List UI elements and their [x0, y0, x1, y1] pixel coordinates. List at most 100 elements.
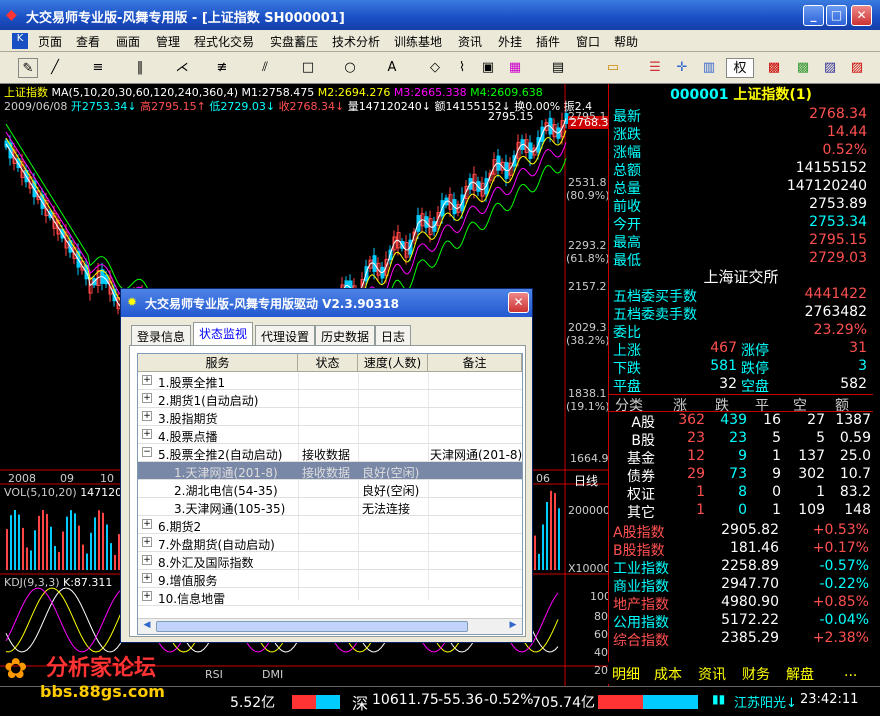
- text-tool-icon[interactable]: A: [382, 58, 402, 78]
- col-status[interactable]: 状态: [298, 354, 358, 372]
- index-row[interactable]: 地产指数 4980.90 +0.85%: [609, 594, 873, 613]
- index-row[interactable]: 商业指数 2947.70 -0.22%: [609, 576, 873, 595]
- menu-item-7[interactable]: 训练基地: [394, 33, 442, 50]
- expand-icon[interactable]: +: [142, 375, 152, 385]
- expand-icon[interactable]: +: [142, 393, 152, 403]
- tab-rsi[interactable]: RSI: [205, 668, 223, 681]
- vlines-tool-icon[interactable]: ‖: [130, 58, 150, 78]
- line-tool-icon[interactable]: ╱: [45, 58, 65, 78]
- index-row[interactable]: B股指数 181.46 +0.17%: [609, 540, 873, 559]
- tab-dmi[interactable]: DMI: [262, 668, 283, 681]
- parallel-tool-icon[interactable]: ⫽: [255, 58, 275, 78]
- expand-icon[interactable]: +: [142, 519, 152, 529]
- tab-log[interactable]: 日志: [375, 325, 412, 345]
- service-row[interactable]: +4.股票点播: [138, 426, 522, 444]
- pen-icon[interactable]: ⌇: [452, 58, 472, 78]
- ticker[interactable]: 江苏阳光↓: [734, 692, 797, 711]
- open-folder-icon[interactable]: ▭: [603, 58, 623, 78]
- palette-icon[interactable]: ▦: [505, 58, 525, 78]
- index-row[interactable]: A股指数 2905.82 +0.53%: [609, 522, 873, 541]
- col-speed[interactable]: 速度(人数): [358, 354, 428, 372]
- menu-item-2[interactable]: 画面: [116, 33, 140, 50]
- horizontal-scrollbar[interactable]: ◀ ▶: [138, 618, 522, 634]
- window-icon[interactable]: ▥: [699, 58, 719, 78]
- tab-news[interactable]: 资讯: [698, 664, 726, 684]
- period-label[interactable]: 日线: [574, 472, 598, 489]
- expand-icon[interactable]: +: [142, 429, 152, 439]
- scroll-right-icon[interactable]: ▶: [506, 620, 520, 633]
- tab-cost[interactable]: 成本: [654, 664, 682, 684]
- service-row[interactable]: +9.增值服务: [138, 570, 522, 588]
- service-grid[interactable]: 服务 状态 速度(人数) 备注 +1.股票全推1 +2.期货1(自动启动) +3.股…: [137, 353, 523, 635]
- service-row[interactable]: 1.天津网通(201-8) 接收数据 良好(空闲): [138, 462, 522, 480]
- expand-icon[interactable]: +: [142, 411, 152, 421]
- service-row[interactable]: +6.期货2: [138, 516, 522, 534]
- bars-icon[interactable]: ☰: [645, 58, 665, 78]
- maximize-button[interactable]: □: [826, 5, 847, 26]
- menu-item-1[interactable]: 查看: [76, 33, 100, 50]
- service-row[interactable]: +1.股票全推1: [138, 372, 522, 390]
- ellipse-tool-icon[interactable]: ○: [340, 58, 360, 78]
- menu-item-9[interactable]: 外挂: [498, 33, 522, 50]
- quan-button[interactable]: 权: [726, 58, 754, 78]
- channel-tool-icon[interactable]: ≡: [88, 58, 108, 78]
- col-service[interactable]: 服务: [138, 354, 298, 372]
- tab-detail[interactable]: 明细: [612, 664, 640, 684]
- minimize-button[interactable]: _: [803, 5, 824, 26]
- service-row[interactable]: +10.信息地雷: [138, 588, 522, 606]
- service-row[interactable]: +2.期货1(自动启动): [138, 390, 522, 408]
- tab-proxy-settings[interactable]: 代理设置: [255, 325, 316, 345]
- chart-icon[interactable]: ▨: [820, 58, 840, 78]
- volume-bar: [22, 527, 24, 570]
- menu-item-4[interactable]: 程式化交易: [194, 33, 254, 50]
- menu-item-8[interactable]: 资讯: [458, 33, 482, 50]
- index-row[interactable]: 公用指数 5172.22 -0.04%: [609, 612, 873, 631]
- red-grid-icon[interactable]: ▩: [764, 58, 784, 78]
- crosshair-icon[interactable]: ✛: [672, 58, 692, 78]
- service-row[interactable]: −5.股票全推2(自动启动) 接收数据 天津网通(201-8): [138, 444, 522, 462]
- tab-more[interactable]: ...: [844, 664, 857, 680]
- rect-tool-icon[interactable]: □: [298, 58, 318, 78]
- tab-history-data[interactable]: 历史数据: [315, 325, 376, 345]
- collapse-icon[interactable]: −: [142, 447, 152, 457]
- expand-icon[interactable]: +: [142, 555, 152, 565]
- tab-login-info[interactable]: 登录信息: [131, 325, 192, 345]
- menu-item-3[interactable]: 管理: [156, 33, 180, 50]
- service-row[interactable]: 3.天津网通(105-35) 无法连接: [138, 498, 522, 516]
- service-row[interactable]: +7.外盘期货(自动启动): [138, 534, 522, 552]
- volume-bar: [534, 535, 536, 570]
- menu-item-10[interactable]: 插件: [536, 33, 560, 50]
- index-row[interactable]: 工业指数 2258.89 -0.57%: [609, 558, 873, 577]
- price-tick-9: (19.1%): [566, 400, 610, 413]
- fan-tool-icon[interactable]: ⋌: [172, 58, 192, 78]
- tab-finance[interactable]: 财务: [742, 664, 770, 684]
- red-chart-icon[interactable]: ▨: [847, 58, 867, 78]
- close-button[interactable]: ✕: [851, 5, 872, 26]
- save-icon[interactable]: ▤: [548, 58, 568, 78]
- scroll-thumb[interactable]: [156, 621, 468, 632]
- fib-tool-icon[interactable]: ≢: [212, 58, 232, 78]
- scroll-left-icon[interactable]: ◀: [140, 620, 154, 633]
- menu-item-6[interactable]: 技术分析: [332, 33, 380, 50]
- green-grid-icon[interactable]: ▩: [793, 58, 813, 78]
- eraser-icon[interactable]: ◇: [425, 58, 445, 78]
- service-row[interactable]: +3.股指期货: [138, 408, 522, 426]
- menu-item-5[interactable]: 实盘蓄压: [270, 33, 318, 50]
- tab-analysis[interactable]: 解盘: [786, 664, 814, 684]
- expand-icon[interactable]: +: [142, 537, 152, 547]
- menu-item-11[interactable]: 窗口: [576, 33, 600, 50]
- dialog-close-button[interactable]: ✕: [508, 292, 529, 313]
- tab-status-monitor[interactable]: 状态监视: [193, 322, 254, 346]
- lock-icon[interactable]: ▣: [478, 58, 498, 78]
- index-change: +2.38%: [812, 630, 869, 646]
- expand-icon[interactable]: +: [142, 591, 152, 601]
- doc-icon[interactable]: K: [12, 33, 28, 49]
- service-row[interactable]: +8.外汇及国际指数: [138, 552, 522, 570]
- menu-item-0[interactable]: 页面: [38, 33, 62, 50]
- col-note[interactable]: 备注: [428, 354, 522, 372]
- expand-icon[interactable]: +: [142, 573, 152, 583]
- index-row[interactable]: 综合指数 2385.29 +2.38%: [609, 630, 873, 649]
- menu-item-12[interactable]: 帮助: [614, 33, 638, 50]
- draw-tool-icon[interactable]: ✎: [18, 58, 38, 78]
- service-row[interactable]: 2.湖北电信(54-35) 良好(空闲): [138, 480, 522, 498]
